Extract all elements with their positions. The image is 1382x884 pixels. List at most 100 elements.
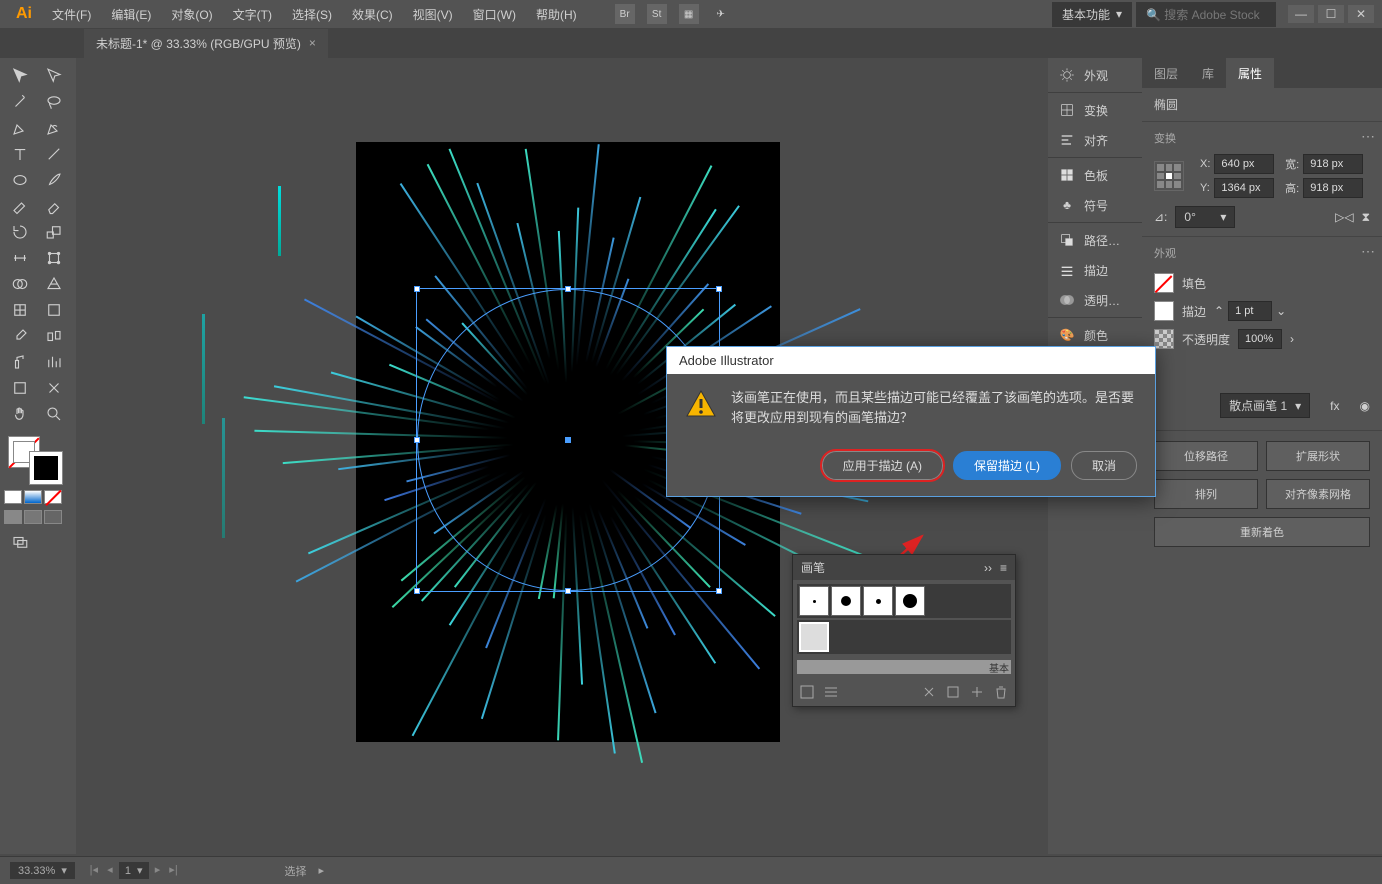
menu-object[interactable]: 对象(O) — [163, 2, 220, 27]
paintbrush-tool[interactable] — [38, 168, 70, 192]
window-minimize[interactable]: — — [1288, 5, 1314, 23]
y-input[interactable] — [1214, 178, 1274, 198]
hand-tool[interactable] — [4, 402, 36, 426]
brush-library-icon[interactable] — [799, 684, 815, 700]
draw-inside[interactable] — [44, 510, 62, 524]
brush-definition-dropdown[interactable]: 散点画笔 1▾ — [1220, 393, 1310, 418]
cancel-button[interactable]: 取消 — [1071, 451, 1137, 480]
curvature-tool[interactable] — [38, 116, 70, 140]
last-artboard-icon[interactable]: ▸| — [167, 862, 181, 876]
shaper-tool[interactable] — [4, 194, 36, 218]
stock-icon[interactable]: St — [647, 4, 667, 24]
screen-mode[interactable] — [4, 530, 36, 554]
draw-behind[interactable] — [24, 510, 42, 524]
menu-file[interactable]: 文件(F) — [44, 2, 99, 27]
eyedropper-tool[interactable] — [4, 324, 36, 348]
color-mode-solid[interactable] — [4, 490, 22, 504]
brush-libraries-menu-icon[interactable] — [823, 684, 839, 700]
flip-v-icon[interactable]: ⧗ — [1362, 210, 1370, 225]
brushes-panel[interactable]: 画笔 ›› ≡ 基本 — [792, 554, 1016, 707]
x-input[interactable] — [1214, 154, 1274, 174]
reference-point[interactable] — [1154, 161, 1184, 191]
rail-transparency[interactable]: 透明… — [1048, 285, 1142, 315]
type-tool[interactable] — [4, 142, 36, 166]
zoom-dropdown[interactable]: 33.33%▾ — [10, 862, 75, 879]
rail-symbols[interactable]: ♣符号 — [1048, 190, 1142, 220]
brush-thumb[interactable] — [863, 586, 893, 616]
more-options-icon[interactable]: ⋯ — [1361, 128, 1376, 145]
rail-stroke[interactable]: 描边 — [1048, 255, 1142, 285]
line-tool[interactable] — [38, 142, 70, 166]
brush-thumb-selected[interactable] — [799, 622, 829, 652]
stroke-color-swatch[interactable] — [1154, 301, 1174, 321]
brush-thumb[interactable] — [799, 586, 829, 616]
prev-artboard-icon[interactable]: ◂ — [103, 862, 117, 876]
panel-collapse-icon[interactable]: ›› — [984, 561, 992, 575]
rail-swatches[interactable]: 色板 — [1048, 160, 1142, 190]
tab-properties[interactable]: 属性 — [1226, 58, 1274, 88]
mesh-tool[interactable] — [4, 298, 36, 322]
document-tab[interactable]: 未标题-1* @ 33.33% (RGB/GPU 预览) × — [84, 29, 328, 58]
selection-tool[interactable] — [4, 64, 36, 88]
perspective-tool[interactable] — [38, 272, 70, 296]
leave-strokes-button[interactable]: 保留描边 (L) — [953, 451, 1061, 480]
search-stock-input[interactable]: 🔍 搜索 Adobe Stock — [1136, 2, 1276, 27]
rotate-tool[interactable] — [4, 220, 36, 244]
menu-edit[interactable]: 编辑(E) — [103, 2, 159, 27]
draw-normal[interactable] — [4, 510, 22, 524]
menu-help[interactable]: 帮助(H) — [528, 2, 585, 27]
free-transform-tool[interactable] — [38, 246, 70, 270]
stroke-decrease[interactable]: ⌃ — [1214, 304, 1224, 318]
fill-color-swatch[interactable] — [1154, 273, 1174, 293]
slice-tool[interactable] — [38, 376, 70, 400]
panel-menu-icon[interactable]: ≡ — [1000, 561, 1007, 575]
opacity-more[interactable]: › — [1290, 332, 1294, 346]
direct-selection-tool[interactable] — [38, 64, 70, 88]
opacity-input[interactable] — [1238, 329, 1282, 349]
rail-transform[interactable]: 变换 — [1048, 95, 1142, 125]
new-brush-icon[interactable] — [969, 684, 985, 700]
color-controls[interactable] — [4, 436, 72, 486]
artboard-tool[interactable] — [4, 376, 36, 400]
color-mode-gradient[interactable] — [24, 490, 42, 504]
shape-builder-tool[interactable] — [4, 272, 36, 296]
gradient-tool[interactable] — [38, 298, 70, 322]
status-mode-more[interactable]: ▸ — [319, 864, 325, 877]
gpu-icon[interactable]: ✈ — [711, 4, 731, 24]
pen-tool[interactable] — [4, 116, 36, 140]
next-artboard-icon[interactable]: ▸ — [151, 862, 165, 876]
blend-tool[interactable] — [38, 324, 70, 348]
graph-tool[interactable] — [38, 350, 70, 374]
brush-thumb[interactable] — [831, 586, 861, 616]
artboard-number[interactable]: 1▾ — [119, 862, 149, 879]
recolor-icon[interactable]: ◉ — [1360, 399, 1370, 413]
brush-options-icon[interactable] — [945, 684, 961, 700]
tab-layers[interactable]: 图层 — [1142, 58, 1190, 88]
workspace-dropdown[interactable]: 基本功能▾ — [1052, 2, 1132, 27]
ellipse-tool[interactable] — [4, 168, 36, 192]
qa-offset-path[interactable]: 位移路径 — [1154, 441, 1258, 471]
delete-brush-icon[interactable] — [993, 684, 1009, 700]
brush-thumb[interactable] — [895, 586, 925, 616]
remove-brush-icon[interactable] — [921, 684, 937, 700]
opacity-swatch[interactable] — [1154, 329, 1174, 349]
window-maximize[interactable]: ☐ — [1318, 5, 1344, 23]
zoom-tool[interactable] — [38, 402, 70, 426]
qa-pixel-align[interactable]: 对齐像素网格 — [1266, 479, 1370, 509]
stroke-swatch[interactable] — [30, 452, 62, 484]
first-artboard-icon[interactable]: |◂ — [87, 862, 101, 876]
apply-to-strokes-button[interactable]: 应用于描边 (A) — [822, 451, 943, 480]
close-icon[interactable]: × — [309, 36, 316, 50]
qa-recolor[interactable]: 重新着色 — [1154, 517, 1370, 547]
menu-view[interactable]: 视图(V) — [405, 2, 461, 27]
rail-pathfinder[interactable]: 路径… — [1048, 225, 1142, 255]
menu-window[interactable]: 窗口(W) — [465, 2, 524, 27]
rail-appearance[interactable]: 外观 — [1048, 60, 1142, 90]
symbol-sprayer-tool[interactable] — [4, 350, 36, 374]
arrange-icon[interactable]: ▦ — [679, 4, 699, 24]
menu-effect[interactable]: 效果(C) — [344, 2, 401, 27]
scale-tool[interactable] — [38, 220, 70, 244]
menu-type[interactable]: 文字(T) — [225, 2, 280, 27]
menu-select[interactable]: 选择(S) — [284, 2, 340, 27]
lasso-tool[interactable] — [38, 90, 70, 114]
